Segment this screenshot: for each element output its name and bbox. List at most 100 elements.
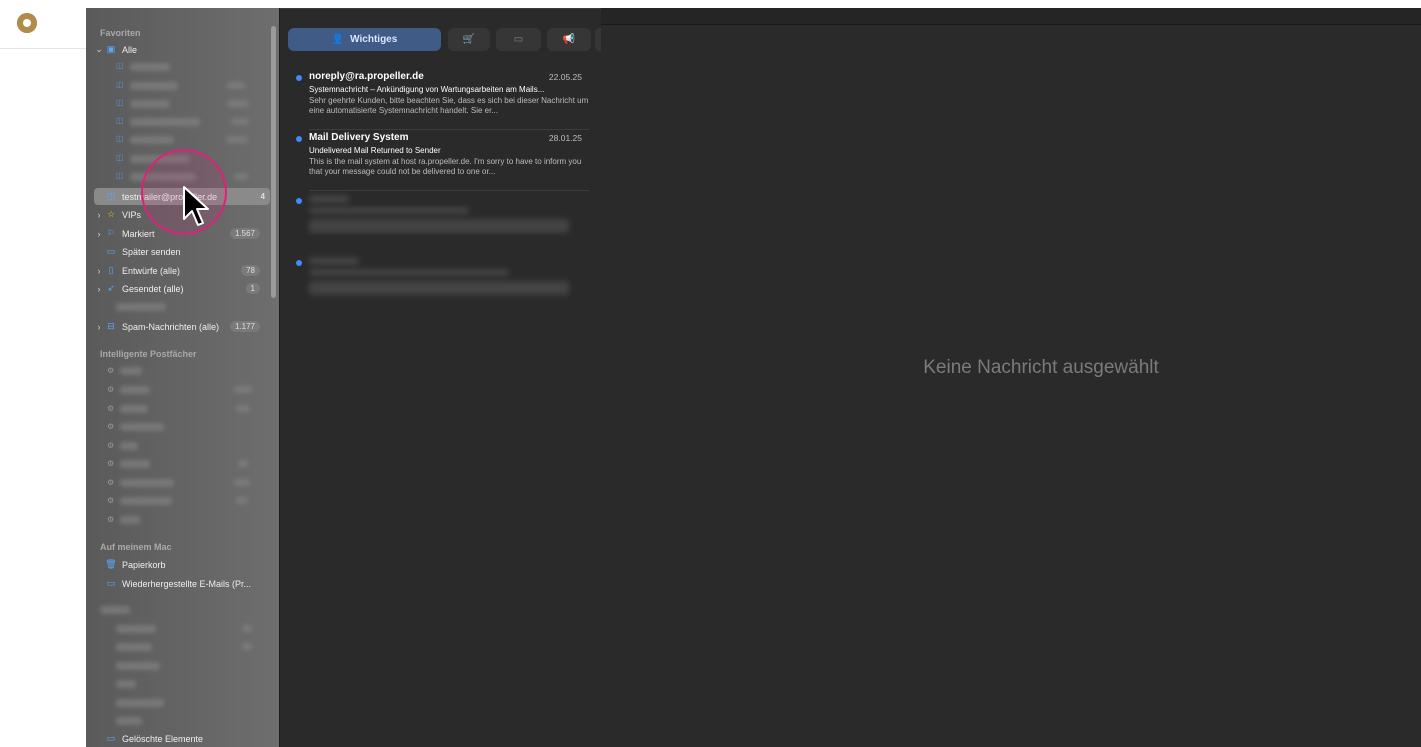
unread-dot-icon — [296, 260, 302, 266]
tab-important[interactable]: 👤 Wichtiges — [288, 28, 441, 51]
blurred-item[interactable] — [130, 100, 170, 108]
message-detail-pane: Keine Nachricht ausgewählt — [601, 0, 1421, 747]
smart-mailbox-icon: ⚙ — [107, 441, 115, 450]
blurred-count — [236, 497, 248, 504]
sidebar-item-label: Spam-Nachrichten (alle) — [122, 321, 220, 332]
sidebar-item-recovered[interactable]: ▭ Wiederhergestellte E-Mails (Pr... — [94, 575, 260, 592]
chevron-right-icon[interactable]: › — [94, 266, 104, 276]
blurred-item[interactable] — [130, 82, 178, 90]
blurred-item[interactable] — [116, 303, 166, 311]
blurred-subject — [309, 269, 509, 276]
message-subject: Undelivered Mail Returned to Sender — [309, 146, 441, 155]
divider — [309, 129, 589, 130]
send-later-icon: ▭ — [106, 246, 116, 256]
folder-icon: ▭ — [106, 578, 116, 588]
blurred-item[interactable] — [120, 497, 172, 505]
sidebar-item-sent[interactable]: › ➶ Gesendet (alle) 1 — [94, 280, 260, 297]
tab-transactions[interactable]: ▭ — [496, 28, 541, 51]
blurred-item[interactable] — [116, 643, 152, 651]
blurred-item[interactable] — [120, 423, 164, 431]
message-row[interactable]: noreply@ra.propeller.de 22.05.25 Systemn… — [280, 70, 601, 130]
sidebar-item-all[interactable]: ⌄ ▣ Alle — [94, 41, 260, 58]
message-list: 0 E-Mails 👤 Wichtiges 🛒 ▭ 📢 noreply@ra.p… — [279, 0, 602, 747]
top-band — [86, 0, 1421, 8]
tab-promotions[interactable]: 📢 — [547, 28, 591, 51]
blurred-item[interactable] — [120, 460, 150, 468]
blurred-item[interactable] — [116, 662, 160, 670]
message-preview: Sehr geehrte Kunden, bitte beachten Sie,… — [309, 96, 589, 115]
blurred-item[interactable] — [120, 442, 138, 450]
flag-icon: ⚐ — [106, 228, 116, 238]
item-count: 1 — [245, 283, 260, 294]
unread-count: 4 — [260, 192, 265, 201]
blurred-count — [236, 405, 250, 412]
sidebar-item-send-later[interactable]: ▭ Später senden — [94, 243, 260, 260]
blurred-item[interactable] — [116, 699, 164, 707]
blurred-item[interactable] — [120, 405, 148, 413]
blurred-count — [234, 386, 252, 393]
tab-shopping[interactable]: 🛒 — [448, 28, 490, 51]
unread-dot-icon — [296, 75, 302, 81]
blurred-count — [234, 479, 250, 486]
sidebar-item-spam[interactable]: › ⊟ Spam-Nachrichten (alle) 1.177 — [94, 318, 260, 335]
message-row[interactable] — [280, 255, 601, 315]
blurred-item[interactable] — [116, 680, 136, 688]
mailbox-icon: ◫ — [116, 116, 124, 125]
spam-icon: ⊟ — [107, 321, 115, 331]
unread-dot-icon — [296, 198, 302, 204]
sidebar-scrollbar[interactable] — [271, 26, 276, 298]
message-sender: noreply@ra.propeller.de — [309, 71, 424, 82]
drafts-icon: ▯ — [108, 265, 114, 275]
blurred-item[interactable] — [120, 367, 142, 375]
smart-mailbox-icon: ⚙ — [107, 459, 115, 468]
smart-mailbox-icon: ⚙ — [107, 385, 115, 394]
cart-icon: 🛒 — [462, 34, 476, 45]
divider — [280, 8, 601, 9]
blurred-item[interactable] — [130, 63, 170, 71]
blurred-item[interactable] — [116, 625, 156, 633]
sidebar-item-trash[interactable]: 🗑 Papierkorb — [94, 556, 260, 573]
blurred-item[interactable] — [120, 516, 140, 524]
blurred-count — [227, 82, 245, 89]
chevron-right-icon[interactable]: › — [94, 229, 104, 239]
message-subject: Systemnachricht – Ankündigung von Wartun… — [309, 85, 545, 94]
blurred-preview — [309, 281, 569, 295]
blurred-count — [242, 625, 252, 632]
app-status-icon[interactable] — [17, 13, 37, 33]
no-message-selected-text: Keine Nachricht ausgewählt — [923, 357, 1159, 378]
chevron-down-icon[interactable]: ⌄ — [94, 44, 104, 55]
smart-mailboxes-section-title: Intelligente Postfächer — [100, 349, 197, 359]
sidebar-item-drafts[interactable]: › ▯ Entwürfe (alle) 78 — [94, 262, 260, 279]
divider — [0, 48, 86, 49]
smart-mailbox-icon: ⚙ — [107, 515, 115, 524]
blurred-subject — [309, 207, 469, 214]
left-strip — [0, 0, 86, 747]
item-count: 78 — [241, 265, 260, 276]
chevron-right-icon[interactable]: › — [94, 210, 104, 220]
blurred-item[interactable] — [116, 717, 142, 725]
blurred-item[interactable] — [120, 386, 150, 394]
tab-label: Wichtiges — [350, 34, 398, 45]
message-row[interactable] — [280, 193, 601, 253]
blurred-item[interactable] — [120, 479, 174, 487]
mouse-cursor-icon — [183, 186, 209, 226]
chevron-right-icon[interactable]: › — [94, 284, 104, 294]
message-date: 28.01.25 — [548, 133, 582, 143]
blurred-count — [227, 100, 249, 107]
message-sender: Mail Delivery System — [309, 132, 409, 143]
chevron-right-icon[interactable]: › — [94, 322, 104, 332]
sidebar-item-label: Entwürfe (alle) — [122, 265, 181, 276]
smart-mailbox-icon: ⚙ — [107, 366, 115, 375]
sidebar-item-deleted[interactable]: ▭ Gelöschte Elemente — [94, 730, 260, 747]
blurred-item[interactable] — [130, 118, 200, 126]
blurred-count — [234, 173, 248, 180]
favorites-section-title: Favoriten — [100, 28, 141, 38]
blurred-item[interactable] — [130, 136, 174, 144]
blurred-item — [100, 606, 130, 614]
message-row[interactable]: Mail Delivery System 28.01.25 Undelivere… — [280, 131, 601, 191]
mail-sidebar: Favoriten ⌄ ▣ Alle ◫ ◫ ◫ ◫ ◫ ◫ ◫ ◫ testm… — [86, 0, 279, 747]
divider — [309, 190, 589, 191]
on-my-mac-section-title: Auf meinem Mac — [100, 542, 172, 552]
smart-mailbox-icon: ⚙ — [107, 422, 115, 431]
blurred-count — [238, 460, 248, 467]
